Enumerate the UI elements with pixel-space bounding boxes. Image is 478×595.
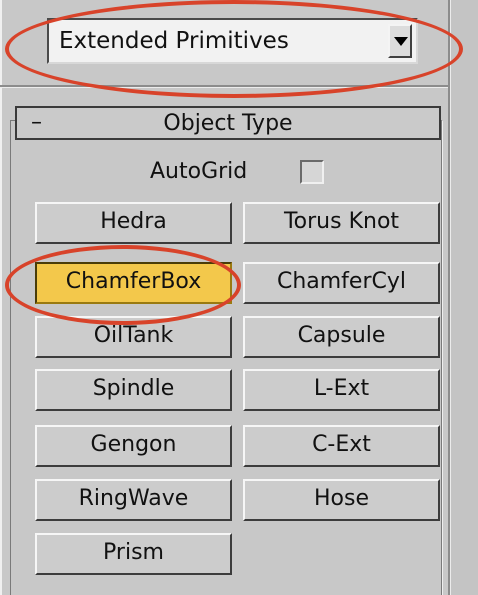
command-panel: Extended Primitives – Object Type AutoGr… <box>0 0 478 595</box>
gengon-button[interactable]: Gengon <box>35 425 232 467</box>
spindle-button[interactable]: Spindle <box>35 369 232 411</box>
panel-scroll-gutter[interactable] <box>448 0 478 595</box>
c-ext-button[interactable]: C-Ext <box>243 425 440 467</box>
torus-knot-button[interactable]: Torus Knot <box>243 202 440 244</box>
oiltank-button[interactable]: OilTank <box>35 316 232 358</box>
autogrid-checkbox[interactable] <box>300 160 324 184</box>
autogrid-label: AutoGrid <box>150 159 248 184</box>
dropdown-arrow-button[interactable] <box>388 24 412 58</box>
chamferbox-button[interactable]: ChamferBox <box>35 262 232 304</box>
category-dropdown-value: Extended Primitives <box>59 28 289 54</box>
object-type-rollout-header[interactable]: – Object Type <box>15 106 441 140</box>
max-create-panel: Extended Primitives – Object Type AutoGr… <box>0 0 478 595</box>
chamfercyl-button[interactable]: ChamferCyl <box>243 262 440 304</box>
down-triangle-icon <box>394 37 408 46</box>
panel-edge <box>0 0 2 595</box>
rollout-title: Object Type <box>163 111 293 136</box>
hose-button[interactable]: Hose <box>243 479 440 521</box>
l-ext-button[interactable]: L-Ext <box>243 369 440 411</box>
ringwave-button[interactable]: RingWave <box>35 479 232 521</box>
hedra-button[interactable]: Hedra <box>35 202 232 244</box>
category-dropdown[interactable]: Extended Primitives <box>47 18 418 64</box>
prism-button[interactable]: Prism <box>35 533 232 575</box>
panel-divider <box>0 85 448 88</box>
capsule-button[interactable]: Capsule <box>243 316 440 358</box>
